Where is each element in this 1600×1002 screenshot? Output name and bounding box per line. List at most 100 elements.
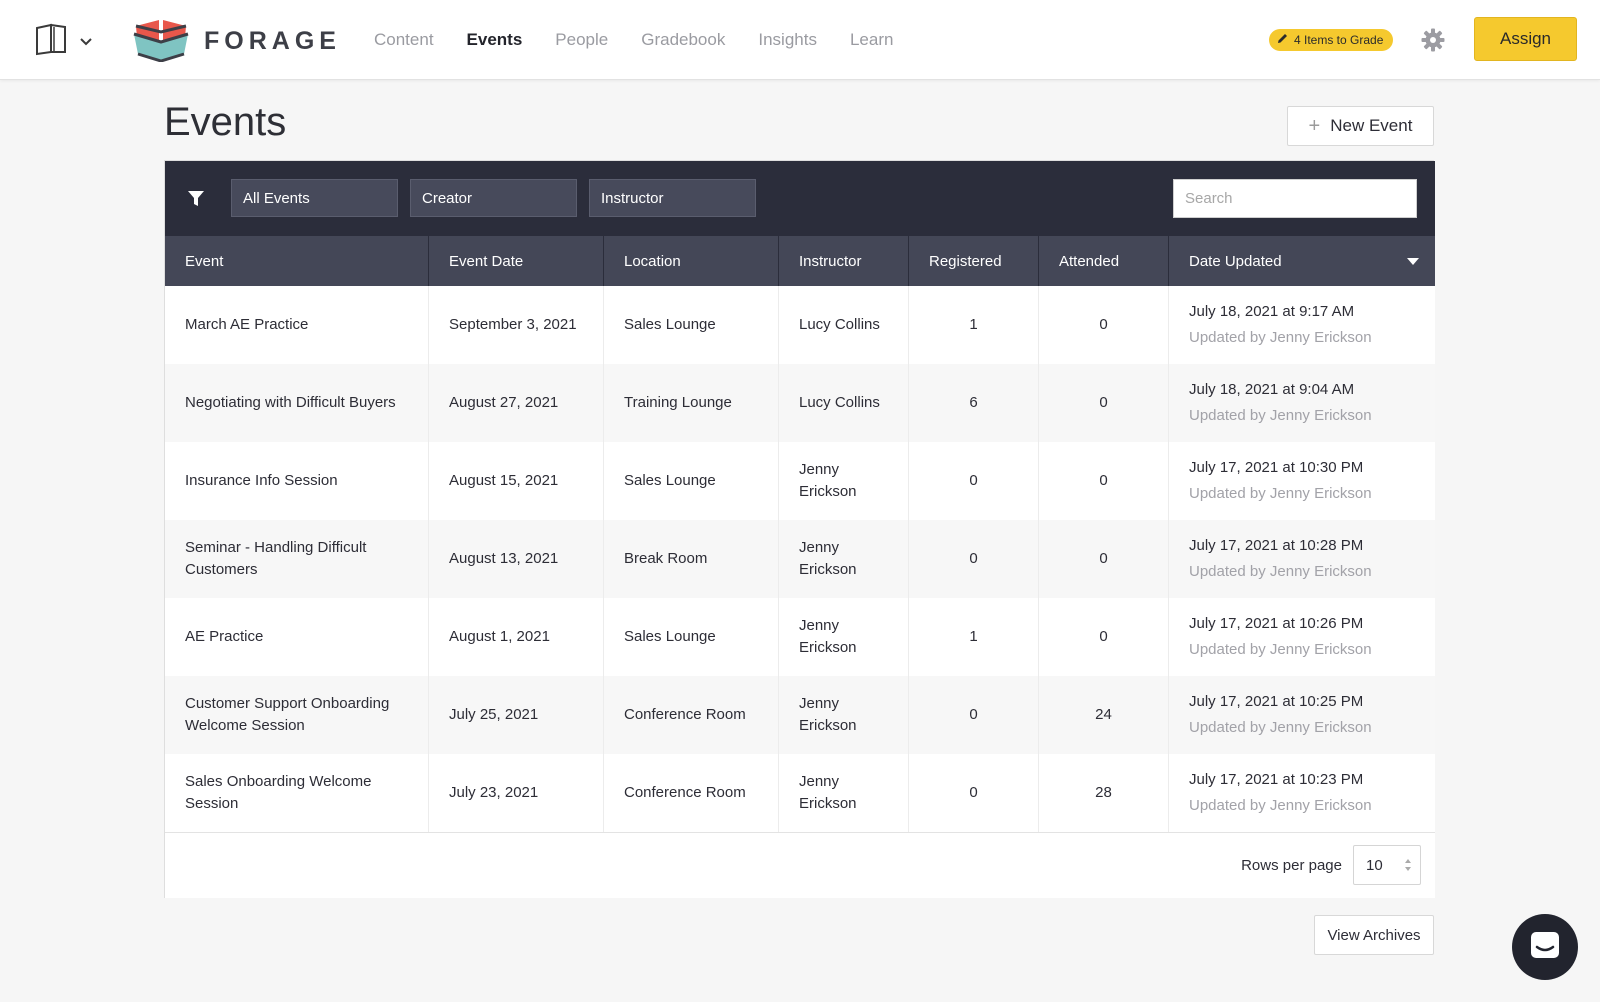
event-instructor: Lucy Collins [779, 364, 909, 442]
chat-launcher-button[interactable] [1512, 914, 1578, 980]
table-row[interactable]: Negotiating with Difficult Buyers August… [165, 364, 1435, 442]
event-name[interactable]: March AE Practice [165, 286, 429, 364]
column-header-date-updated-label: Date Updated [1189, 252, 1282, 270]
updated-by: Updated by Jenny Erickson [1189, 563, 1372, 580]
view-archives-button[interactable]: View Archives [1314, 915, 1434, 955]
table-row[interactable]: Sales Onboarding Welcome Session July 23… [165, 754, 1435, 832]
updated-by: Updated by Jenny Erickson [1189, 485, 1372, 502]
date-updated: July 18, 2021 at 9:04 AM [1189, 381, 1355, 398]
plus-icon: + [1308, 115, 1321, 137]
registered-count: 0 [909, 520, 1039, 598]
new-event-button[interactable]: + New Event [1287, 106, 1434, 146]
attended-count: 24 [1039, 676, 1169, 754]
items-to-grade-badge[interactable]: 4 Items to Grade [1269, 29, 1394, 51]
updated-by: Updated by Jenny Erickson [1189, 797, 1372, 814]
new-event-label: New Event [1330, 116, 1413, 135]
assign-button[interactable]: Assign [1474, 17, 1577, 61]
date-updated-cell: July 18, 2021 at 9:04 AM Updated by Jenn… [1169, 364, 1435, 442]
event-instructor: Jenny Erickson [779, 598, 909, 676]
date-updated-cell: July 17, 2021 at 10:23 PM Updated by Jen… [1169, 754, 1435, 832]
date-updated-cell: July 17, 2021 at 10:26 PM Updated by Jen… [1169, 598, 1435, 676]
updated-by: Updated by Jenny Erickson [1189, 641, 1372, 658]
event-name[interactable]: Insurance Info Session [165, 442, 429, 520]
column-header-instructor[interactable]: Instructor [779, 236, 909, 286]
table-row[interactable]: Customer Support Onboarding Welcome Sess… [165, 676, 1435, 754]
event-location: Break Room [604, 520, 779, 598]
event-name[interactable]: Seminar - Handling Difficult Customers [165, 520, 429, 598]
registered-count: 0 [909, 442, 1039, 520]
items-to-grade-label: 4 Items to Grade [1294, 33, 1384, 47]
event-date: August 13, 2021 [429, 520, 604, 598]
event-name[interactable]: Sales Onboarding Welcome Session [165, 754, 429, 832]
rows-per-page-select[interactable]: 10 [1353, 845, 1421, 885]
gear-icon[interactable] [1421, 28, 1445, 52]
column-header-event[interactable]: Event [165, 236, 429, 286]
date-updated: July 17, 2021 at 10:26 PM [1189, 615, 1364, 632]
book-icon [34, 22, 70, 61]
table-header: Event Event Date Location Instructor Reg… [165, 236, 1435, 286]
brand-logo[interactable]: FORAGE [132, 16, 341, 67]
event-location: Sales Lounge [604, 598, 779, 676]
registered-count: 0 [909, 754, 1039, 832]
event-instructor: Jenny Erickson [779, 442, 909, 520]
event-filter-select[interactable]: All Events [231, 179, 398, 217]
events-table-card: All Events Creator Instructor Event Even… [164, 160, 1435, 898]
event-name[interactable]: Customer Support Onboarding Welcome Sess… [165, 676, 429, 754]
updated-by: Updated by Jenny Erickson [1189, 407, 1372, 424]
chevron-down-icon [80, 33, 92, 51]
date-updated: July 17, 2021 at 10:28 PM [1189, 537, 1364, 554]
event-date: July 25, 2021 [429, 676, 604, 754]
stepper-arrows-icon [1404, 857, 1412, 873]
rows-per-page-label: Rows per page [1241, 857, 1342, 874]
date-updated: July 18, 2021 at 9:17 AM [1189, 303, 1355, 320]
event-instructor: Jenny Erickson [779, 520, 909, 598]
column-header-date-updated[interactable]: Date Updated [1169, 236, 1435, 286]
table-row[interactable]: Seminar - Handling Difficult Customers A… [165, 520, 1435, 598]
registered-count: 1 [909, 598, 1039, 676]
filter-icon[interactable] [187, 190, 205, 208]
column-header-registered[interactable]: Registered [909, 236, 1039, 286]
table-body: March AE Practice September 3, 2021 Sale… [165, 286, 1435, 832]
column-header-attended[interactable]: Attended [1039, 236, 1169, 286]
brand-name: FORAGE [204, 27, 341, 55]
nav-content[interactable]: Content [374, 30, 434, 50]
nav-people[interactable]: People [555, 30, 608, 50]
sort-down-icon[interactable] [1407, 258, 1419, 265]
table-row[interactable]: Insurance Info Session August 15, 2021 S… [165, 442, 1435, 520]
date-updated-cell: July 18, 2021 at 9:17 AM Updated by Jenn… [1169, 286, 1435, 364]
attended-count: 28 [1039, 754, 1169, 832]
event-name[interactable]: AE Practice [165, 598, 429, 676]
pencil-icon [1277, 33, 1288, 47]
event-date: August 1, 2021 [429, 598, 604, 676]
column-header-event-date[interactable]: Event Date [429, 236, 604, 286]
column-header-location[interactable]: Location [604, 236, 779, 286]
event-location: Conference Room [604, 676, 779, 754]
event-instructor: Lucy Collins [779, 286, 909, 364]
event-date: August 15, 2021 [429, 442, 604, 520]
event-date: July 23, 2021 [429, 754, 604, 832]
attended-count: 0 [1039, 520, 1169, 598]
date-updated: July 17, 2021 at 10:25 PM [1189, 693, 1364, 710]
attended-count: 0 [1039, 364, 1169, 442]
nav-events[interactable]: Events [467, 30, 523, 50]
registered-count: 0 [909, 676, 1039, 754]
search-input[interactable] [1173, 179, 1417, 218]
creator-filter-select[interactable]: Creator [410, 179, 577, 217]
updated-by: Updated by Jenny Erickson [1189, 329, 1372, 346]
event-location: Sales Lounge [604, 286, 779, 364]
registered-count: 6 [909, 364, 1039, 442]
app-switcher[interactable] [34, 22, 92, 61]
table-row[interactable]: March AE Practice September 3, 2021 Sale… [165, 286, 1435, 364]
event-instructor: Jenny Erickson [779, 754, 909, 832]
date-updated: July 17, 2021 at 10:30 PM [1189, 459, 1364, 476]
table-row[interactable]: AE Practice August 1, 2021 Sales Lounge … [165, 598, 1435, 676]
nav-insights[interactable]: Insights [758, 30, 817, 50]
instructor-filter-select[interactable]: Instructor [589, 179, 756, 217]
date-updated-cell: July 17, 2021 at 10:25 PM Updated by Jen… [1169, 676, 1435, 754]
date-updated-cell: July 17, 2021 at 10:28 PM Updated by Jen… [1169, 520, 1435, 598]
event-name[interactable]: Negotiating with Difficult Buyers [165, 364, 429, 442]
nav-gradebook[interactable]: Gradebook [641, 30, 725, 50]
nav-learn[interactable]: Learn [850, 30, 893, 50]
main-nav: Content Events People Gradebook Insights… [374, 0, 893, 80]
event-date: August 27, 2021 [429, 364, 604, 442]
